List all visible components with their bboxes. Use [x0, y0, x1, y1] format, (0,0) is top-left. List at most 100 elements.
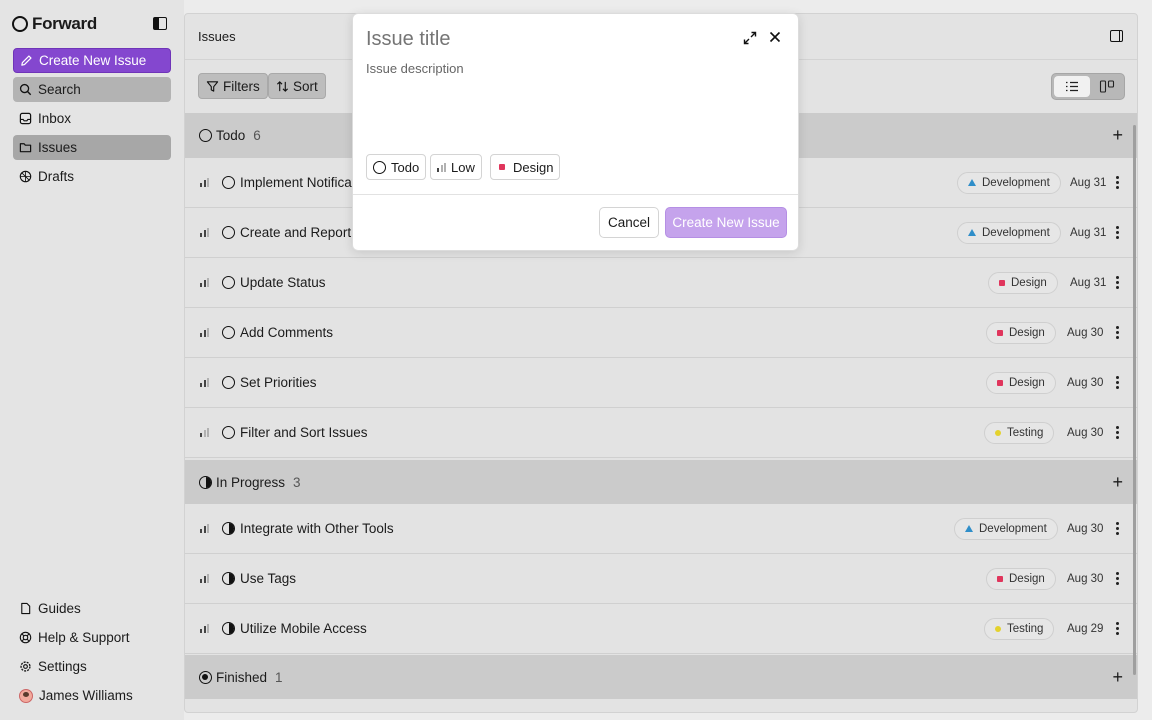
more-options-icon[interactable]: [1116, 522, 1119, 535]
issue-row[interactable]: Utilize Mobile Access Testing Aug 29: [185, 604, 1137, 654]
issue-title: Filter and Sort Issues: [240, 425, 368, 440]
more-options-icon[interactable]: [1116, 572, 1119, 585]
more-options-icon[interactable]: [1116, 326, 1119, 339]
lifebuoy-icon: [19, 631, 32, 644]
filters-button[interactable]: Filters: [198, 73, 268, 99]
issue-row[interactable]: Update Status Design Aug 31: [185, 258, 1137, 308]
add-issue-plus-icon[interactable]: +: [1112, 667, 1123, 688]
sort-arrows-icon: [276, 80, 289, 92]
sidebar-collapse-icon[interactable]: [153, 17, 167, 30]
tag-badge[interactable]: Design: [988, 271, 1058, 294]
group-name: Finished: [216, 669, 268, 685]
board-icon: [1099, 80, 1115, 93]
in-progress-status-icon: [222, 622, 235, 635]
sidebar-item-search[interactable]: Search: [13, 77, 171, 102]
priority-bars-icon: [200, 178, 209, 187]
avatar: [19, 688, 33, 703]
tag-badge[interactable]: Development: [957, 221, 1061, 244]
group-header-in-progress[interactable]: In Progress 3 +: [185, 460, 1137, 504]
app-name: Forward: [32, 14, 97, 33]
sidebar-item-issues[interactable]: Issues: [13, 135, 171, 160]
tag-label: Testing: [1007, 426, 1044, 439]
expand-icon[interactable]: [742, 30, 758, 46]
inbox-icon: [19, 112, 32, 125]
issue-date: Aug 30: [1067, 326, 1104, 339]
sidebar-item-help[interactable]: Help & Support: [13, 625, 171, 650]
todo-status-icon: [222, 326, 235, 339]
priority-bars-icon: [200, 574, 209, 583]
todo-status-icon: [222, 376, 235, 389]
cancel-button[interactable]: Cancel: [599, 207, 659, 238]
sidebar-item-inbox[interactable]: Inbox: [13, 106, 171, 131]
tag-label: Design: [1009, 376, 1045, 389]
create-new-issue-button[interactable]: Create New Issue: [13, 48, 171, 73]
issue-row[interactable]: Set Priorities Design Aug 30: [185, 358, 1137, 408]
todo-status-icon: [222, 426, 235, 439]
tag-badge[interactable]: Design: [986, 371, 1056, 394]
search-icon: [19, 83, 32, 96]
tag-badge[interactable]: Design: [986, 567, 1056, 590]
more-options-icon[interactable]: [1116, 426, 1119, 439]
create-issue-submit-button[interactable]: Create New Issue: [665, 207, 787, 238]
square-icon: [997, 575, 1003, 582]
group-count: 1: [275, 669, 283, 685]
priority-bars-icon: [200, 328, 209, 337]
tag-label: Design: [1009, 326, 1045, 339]
issue-row[interactable]: Use Tags Design Aug 30: [185, 554, 1137, 604]
issue-title: Utilize Mobile Access: [240, 621, 367, 636]
scrollbar[interactable]: [1133, 125, 1136, 675]
triangle-icon: [968, 229, 976, 236]
status-chip-label: Todo: [391, 159, 420, 175]
side-panel-toggle-icon[interactable]: [1110, 30, 1123, 42]
more-options-icon[interactable]: [1116, 276, 1119, 289]
issue-title: Create and Report I: [240, 225, 359, 240]
issue-row[interactable]: Integrate with Other Tools Development A…: [185, 504, 1137, 554]
app-logo: Forward: [12, 14, 97, 34]
priority-bars-icon: [200, 524, 209, 533]
group-header-finished[interactable]: Finished 1 +: [185, 655, 1137, 699]
todo-status-icon: [222, 276, 235, 289]
list-icon: [1066, 81, 1078, 92]
tag-badge[interactable]: Design: [986, 321, 1056, 344]
sidebar-item-label: Drafts: [38, 169, 75, 184]
user-profile[interactable]: James Williams: [13, 683, 171, 708]
priority-select[interactable]: Low: [430, 154, 482, 180]
tag-badge[interactable]: Testing: [984, 617, 1055, 640]
board-view-toggle[interactable]: [1089, 76, 1125, 97]
more-options-icon[interactable]: [1116, 176, 1119, 189]
group-count: 6: [253, 128, 261, 143]
more-options-icon[interactable]: [1116, 622, 1119, 635]
tag-badge[interactable]: Development: [957, 171, 1061, 194]
issue-row[interactable]: Add Comments Design Aug 30: [185, 308, 1137, 358]
triangle-icon: [968, 179, 976, 186]
priority-bars-icon: [200, 228, 209, 237]
issue-description-field[interactable]: Issue description: [366, 61, 464, 76]
issue-date: Aug 30: [1067, 522, 1104, 535]
list-view-toggle[interactable]: [1054, 76, 1090, 97]
logo-circle-icon: [12, 16, 28, 32]
todo-status-icon: [373, 160, 386, 174]
status-select[interactable]: Todo: [366, 154, 427, 180]
sidebar-item-settings[interactable]: Settings: [13, 654, 171, 679]
square-icon: [997, 379, 1003, 386]
more-options-icon[interactable]: [1116, 376, 1119, 389]
close-icon[interactable]: [767, 29, 783, 45]
tag-badge[interactable]: Development: [954, 517, 1058, 540]
tag-select[interactable]: Design: [490, 154, 561, 180]
square-icon: [997, 329, 1003, 336]
issue-date: Aug 29: [1067, 622, 1104, 635]
issue-title-input[interactable]: [366, 28, 706, 51]
issue-date: Aug 30: [1067, 376, 1104, 389]
dot-icon: [995, 625, 1001, 632]
sidebar-item-drafts[interactable]: Drafts: [13, 164, 171, 189]
more-options-icon[interactable]: [1116, 226, 1119, 239]
tag-label: Testing: [1007, 622, 1044, 635]
filters-label: Filters: [223, 78, 260, 94]
tag-badge[interactable]: Testing: [984, 421, 1055, 444]
add-issue-plus-icon[interactable]: +: [1112, 472, 1123, 493]
sidebar-item-label: Inbox: [38, 111, 72, 126]
issue-row[interactable]: Filter and Sort Issues Testing Aug 30: [185, 408, 1137, 458]
sort-button[interactable]: Sort: [268, 73, 326, 99]
add-issue-plus-icon[interactable]: +: [1112, 125, 1123, 146]
sidebar-item-guides[interactable]: Guides: [13, 596, 171, 621]
